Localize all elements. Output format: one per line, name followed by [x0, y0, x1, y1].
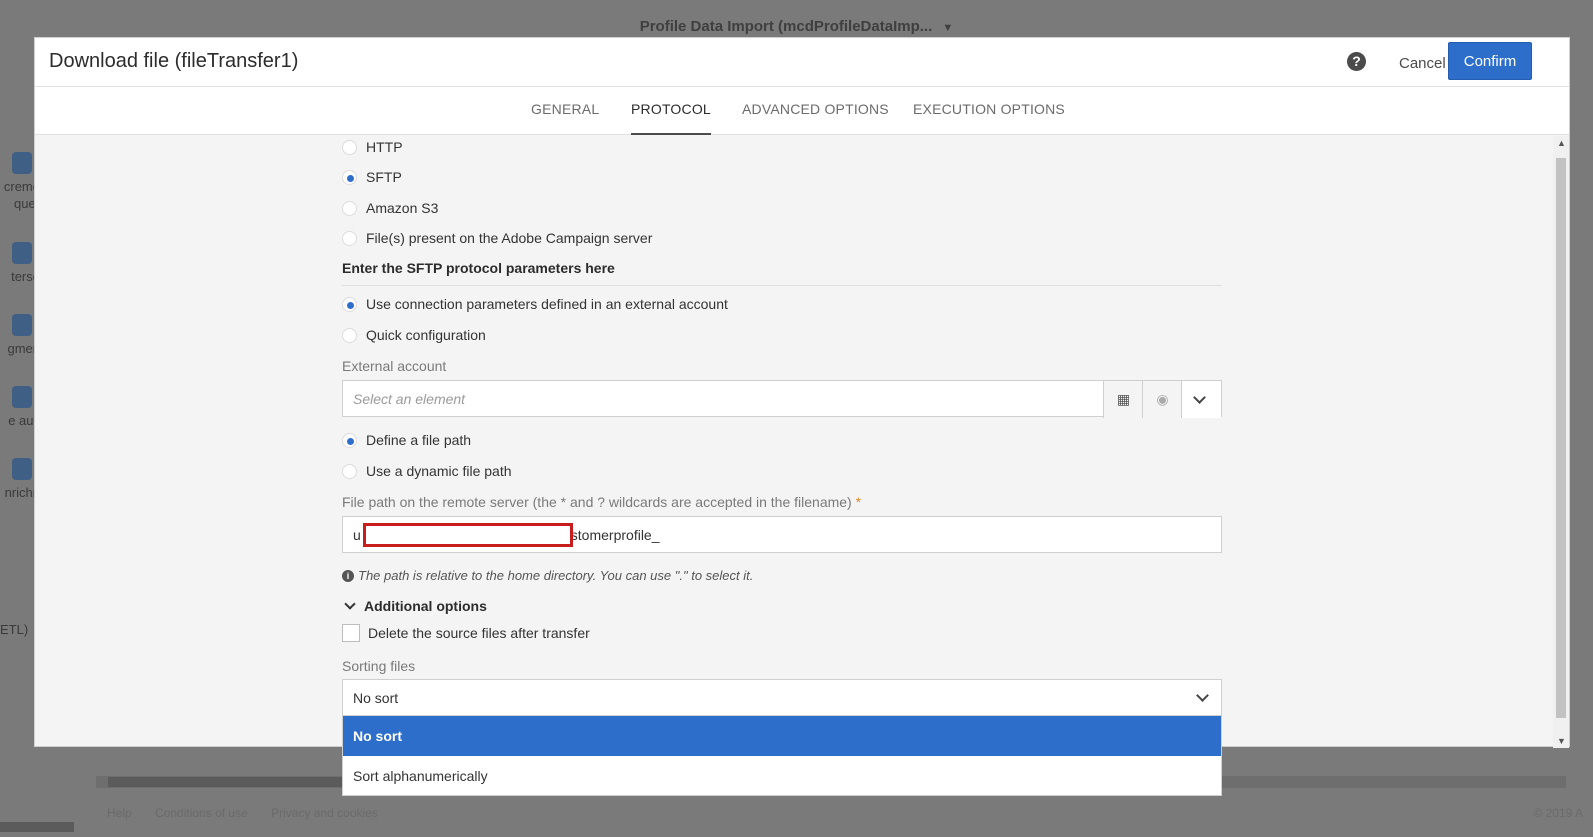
file-path-suffix: stomerprofile_ [570, 526, 660, 543]
radio-button[interactable] [342, 327, 357, 343]
workflow-title[interactable]: Profile Data Import (mcdProfileDataImp..… [0, 18, 1593, 35]
radio-dynamic-file-path[interactable]: Use a dynamic file path [342, 460, 512, 482]
external-account-field: Select an element ▦ ◉ [342, 380, 1222, 418]
database-icon [12, 314, 32, 336]
chevron-down-icon [1196, 688, 1209, 702]
database-icon [12, 458, 32, 480]
sorting-files-select[interactable]: No sort [342, 679, 1222, 716]
footer-link-conditions[interactable]: Conditions of use [155, 806, 248, 820]
radio-label: HTTP [366, 139, 403, 155]
database-icon [12, 242, 32, 264]
radio-http[interactable]: HTTP [342, 136, 403, 158]
info-icon: i [342, 569, 354, 582]
horizontal-scroll-thumb[interactable] [108, 777, 348, 787]
delete-source-files-option[interactable]: Delete the source files after transfer [342, 624, 590, 642]
section-divider [342, 285, 1222, 286]
path-note-text: The path is relative to the home directo… [358, 568, 754, 583]
tab-advanced-options[interactable]: ADVANCED OPTIONS [742, 101, 889, 135]
tab-bar: GENERAL PROTOCOL ADVANCED OPTIONS EXECUT… [35, 87, 1569, 135]
file-path-input[interactable]: u stomerprofile_ [342, 516, 1222, 553]
radio-button[interactable] [342, 296, 357, 312]
radio-button[interactable] [342, 432, 357, 448]
confirm-button[interactable]: Confirm [1448, 42, 1532, 80]
radio-label: Use connection parameters defined in an … [366, 296, 728, 312]
copyright: © 2019 A [1533, 806, 1583, 820]
database-icon [12, 152, 32, 174]
footer-link-help[interactable]: Help [107, 806, 132, 820]
radio-button[interactable] [342, 200, 357, 216]
scroll-up-icon[interactable]: ▲ [1557, 138, 1566, 148]
additional-options-toggle[interactable]: Additional options [342, 598, 487, 614]
footer-links: Help Conditions of use Privacy and cooki… [107, 806, 398, 820]
radio-label: Use a dynamic file path [366, 463, 512, 479]
tab-protocol[interactable]: PROTOCOL [631, 101, 711, 135]
dropdown-option-sort-alphanumerically[interactable]: Sort alphanumerically [343, 756, 1221, 796]
tab-general[interactable]: GENERAL [531, 101, 599, 135]
sorting-files-label: Sorting files [342, 658, 416, 674]
radio-label: File(s) present on the Adobe Campaign se… [366, 230, 653, 246]
radio-external-account[interactable]: Use connection parameters defined in an … [342, 293, 728, 315]
delete-source-checkbox[interactable] [342, 624, 360, 642]
radio-button[interactable] [342, 139, 357, 155]
etl-label: ETL) [0, 622, 29, 637]
dialog-header: Download file (fileTransfer1) ? Cancel C… [35, 38, 1569, 87]
dialog-content: HTTP SFTP Amazon S3 File(s) present on t… [35, 136, 1535, 748]
dropdown-option-no-sort[interactable]: No sort [343, 716, 1221, 756]
footer-link-privacy[interactable]: Privacy and cookies [271, 806, 378, 820]
scroll-down-icon[interactable]: ▼ [1557, 736, 1566, 746]
chevron-down-icon: ▼ [942, 22, 954, 34]
radio-quick-configuration[interactable]: Quick configuration [342, 324, 486, 346]
radio-label: Amazon S3 [366, 200, 439, 216]
folder-icon[interactable]: ▦ [1103, 381, 1143, 418]
workflow-title-text: Profile Data Import (mcdProfileDataImp..… [639, 18, 933, 35]
required-mark: * [855, 494, 862, 510]
sorting-selected-value: No sort [353, 689, 399, 706]
left-scroll-thumb[interactable] [0, 822, 74, 832]
radio-label: Define a file path [366, 432, 472, 448]
sorting-dropdown-list: No sort Sort alphanumerically [342, 715, 1222, 796]
file-path-prefix: u [353, 526, 361, 543]
download-file-dialog: Download file (fileTransfer1) ? Cancel C… [34, 37, 1570, 748]
vertical-scrollbar[interactable]: ▲ ▼ [1553, 136, 1569, 748]
external-account-input[interactable]: Select an element [353, 391, 465, 407]
help-icon[interactable]: ? [1347, 52, 1366, 71]
tab-execution-options[interactable]: EXECUTION OPTIONS [913, 101, 1065, 135]
sftp-section-title: Enter the SFTP protocol parameters here [342, 260, 615, 276]
chevron-down-icon [344, 598, 356, 610]
radio-define-file-path[interactable]: Define a file path [342, 429, 471, 451]
file-path-label: File path on the remote server (the * an… [342, 494, 861, 510]
file-path-label-text: File path on the remote server (the * an… [342, 494, 852, 510]
radio-label: SFTP [366, 169, 402, 185]
path-note: i The path is relative to the home direc… [342, 568, 753, 583]
eye-icon[interactable]: ◉ [1142, 381, 1182, 418]
radio-label: Quick configuration [366, 327, 486, 343]
chevron-down-icon[interactable] [1181, 381, 1221, 418]
radio-amazon-s3[interactable]: Amazon S3 [342, 197, 438, 219]
scroll-thumb[interactable] [1556, 158, 1566, 718]
redaction-box [363, 523, 573, 547]
external-account-label: External account [342, 358, 447, 374]
user-icon [12, 386, 32, 408]
dialog-title: Download file (fileTransfer1) [49, 50, 299, 72]
additional-options-label: Additional options [364, 598, 487, 614]
radio-button[interactable] [342, 169, 357, 185]
radio-files-on-server[interactable]: File(s) present on the Adobe Campaign se… [342, 227, 652, 249]
radio-button[interactable] [342, 230, 357, 246]
radio-button[interactable] [342, 463, 357, 479]
radio-sftp[interactable]: SFTP [342, 166, 402, 188]
delete-source-label: Delete the source files after transfer [368, 625, 590, 641]
